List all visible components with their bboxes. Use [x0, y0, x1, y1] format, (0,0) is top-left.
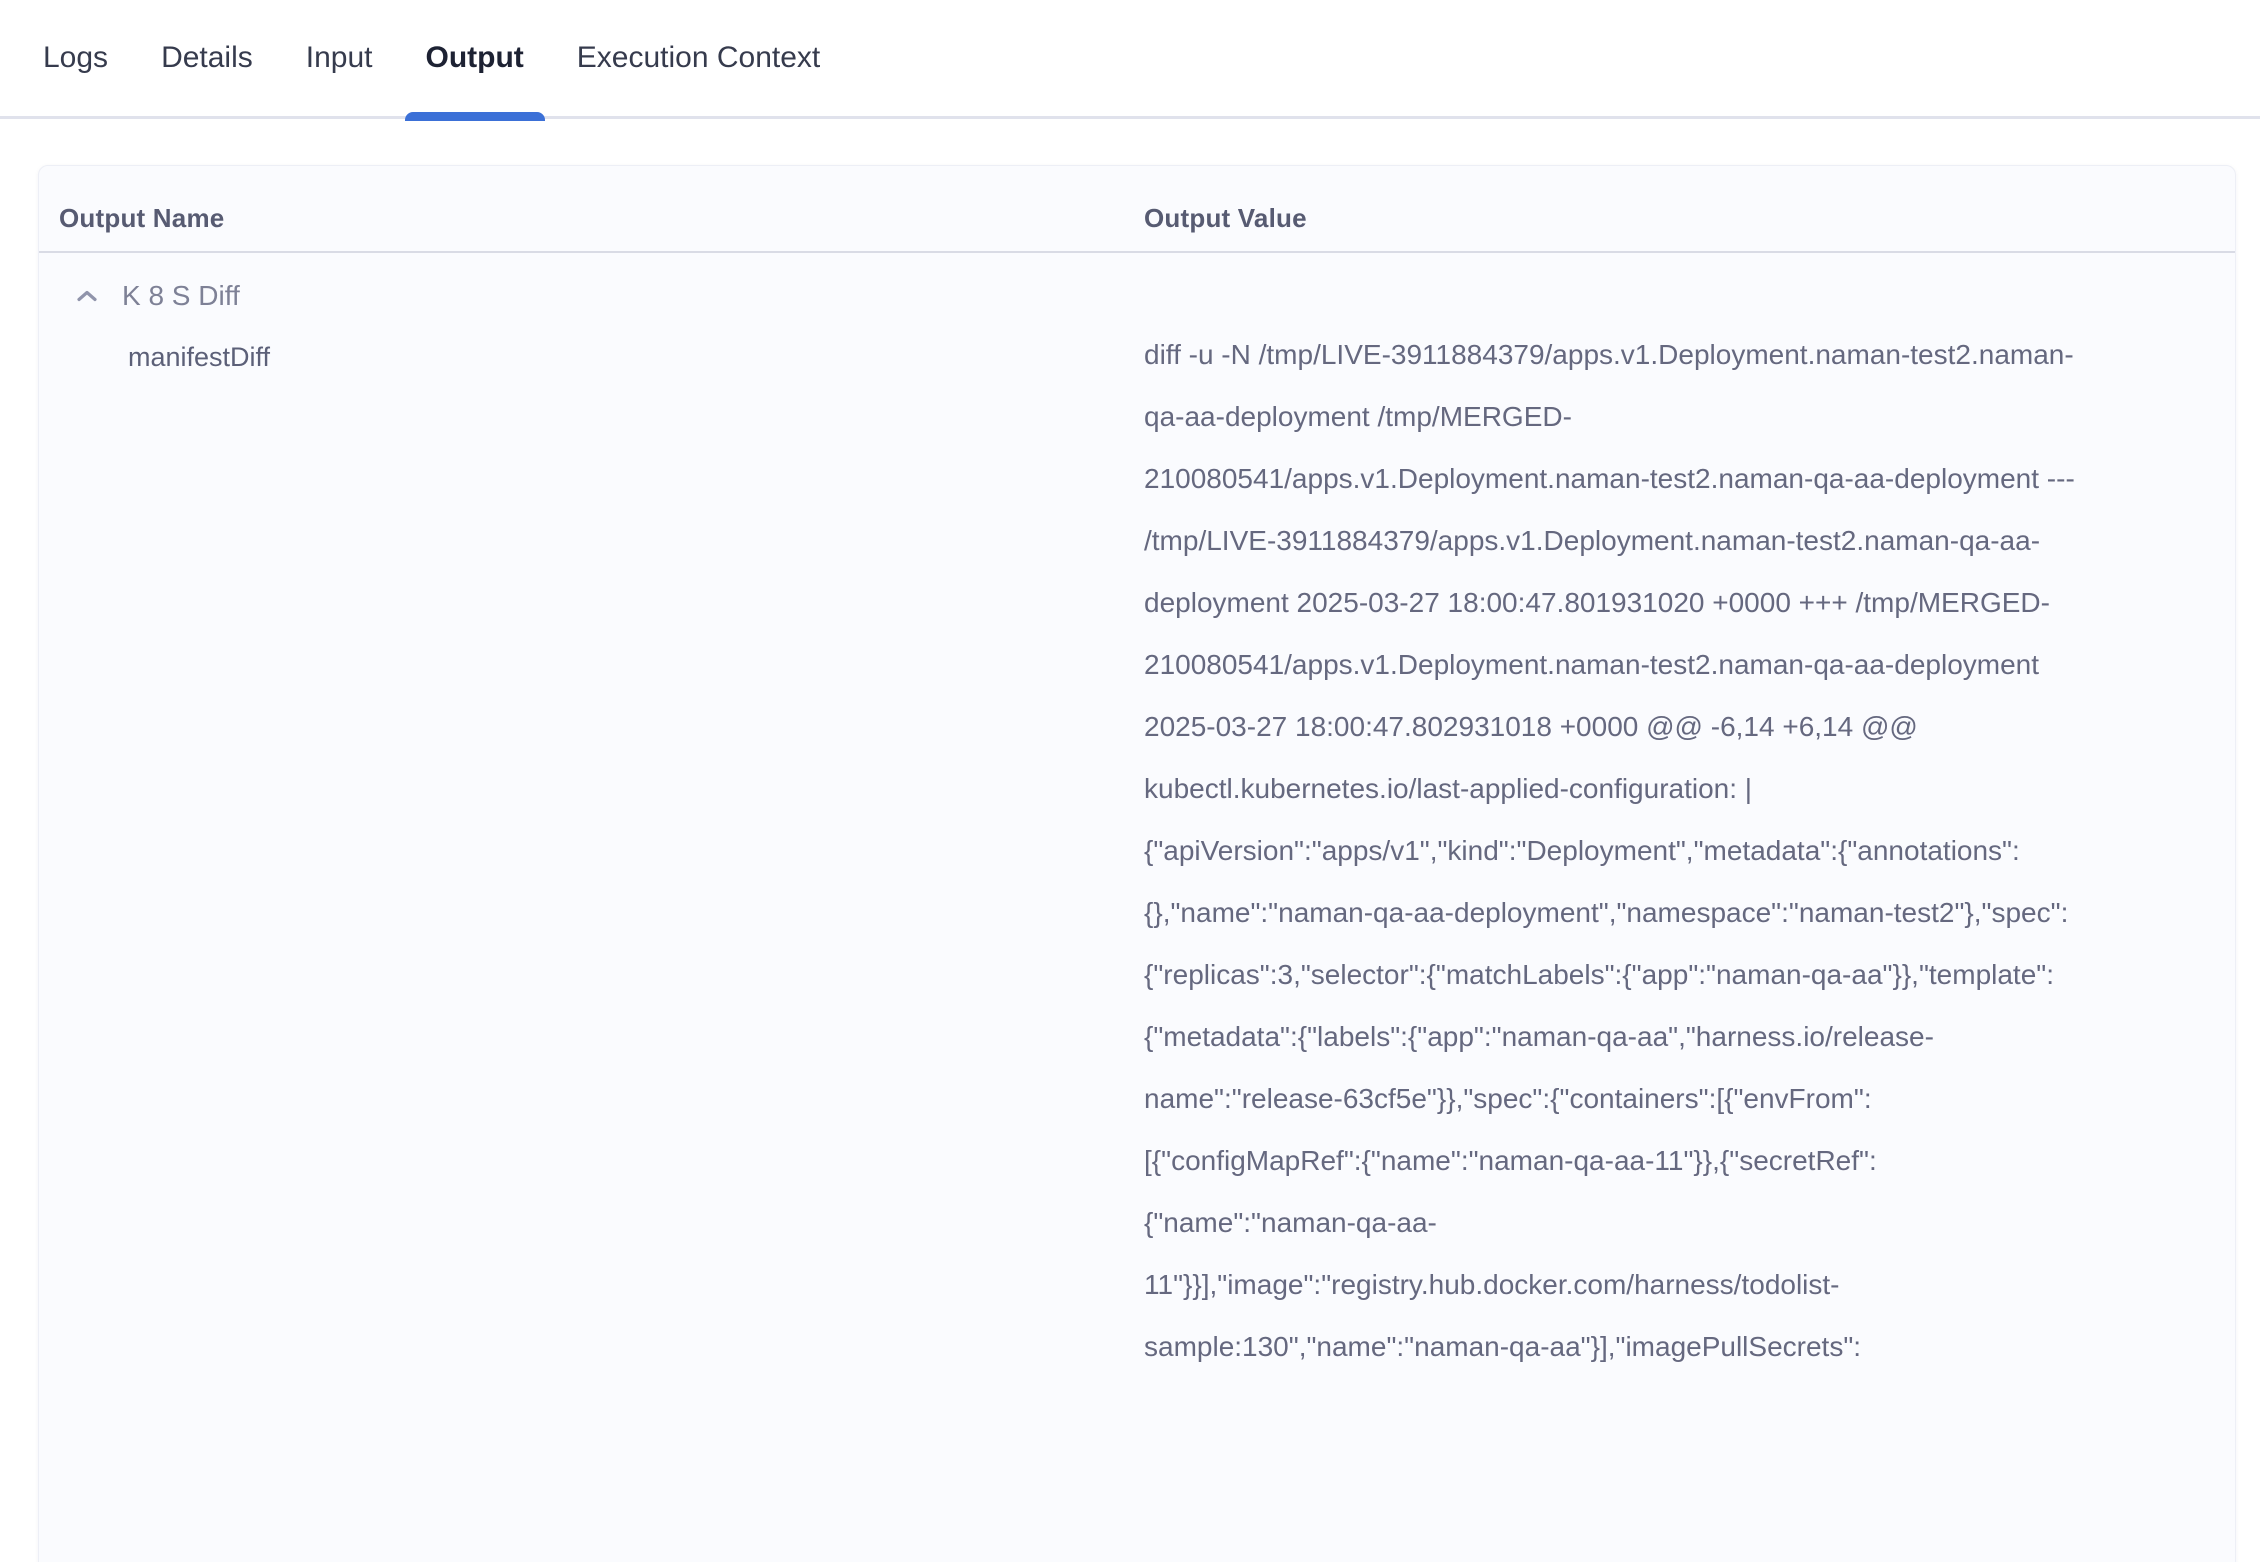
- output-table-card: Output Name Output Value K 8 S Diff mani…: [38, 165, 2236, 1562]
- tab-output[interactable]: Output: [426, 0, 524, 118]
- table-row: manifestDiff diff -u -N /tmp/LIVE-391188…: [39, 312, 2235, 1378]
- output-name-cell: manifestDiff: [39, 312, 1124, 1378]
- tab-details[interactable]: Details: [161, 0, 253, 118]
- table-header-row: Output Name Output Value: [39, 166, 2235, 253]
- tab-bar: Logs Details Input Output Execution Cont…: [0, 0, 2260, 119]
- chevron-up-icon[interactable]: [76, 289, 98, 303]
- column-header-output-value: Output Value: [1124, 203, 2235, 251]
- tab-logs[interactable]: Logs: [43, 0, 108, 118]
- column-header-output-name: Output Name: [39, 203, 1124, 251]
- output-value-cell: diff -u -N /tmp/LIVE-3911884379/apps.v1.…: [1124, 312, 2235, 1378]
- output-group-label: K 8 S Diff: [122, 280, 240, 312]
- tab-execution-context[interactable]: Execution Context: [577, 0, 820, 118]
- tab-input[interactable]: Input: [306, 0, 373, 118]
- output-value-text: diff -u -N /tmp/LIVE-3911884379/apps.v1.…: [1144, 324, 2076, 1378]
- output-group-row[interactable]: K 8 S Diff: [39, 253, 2235, 312]
